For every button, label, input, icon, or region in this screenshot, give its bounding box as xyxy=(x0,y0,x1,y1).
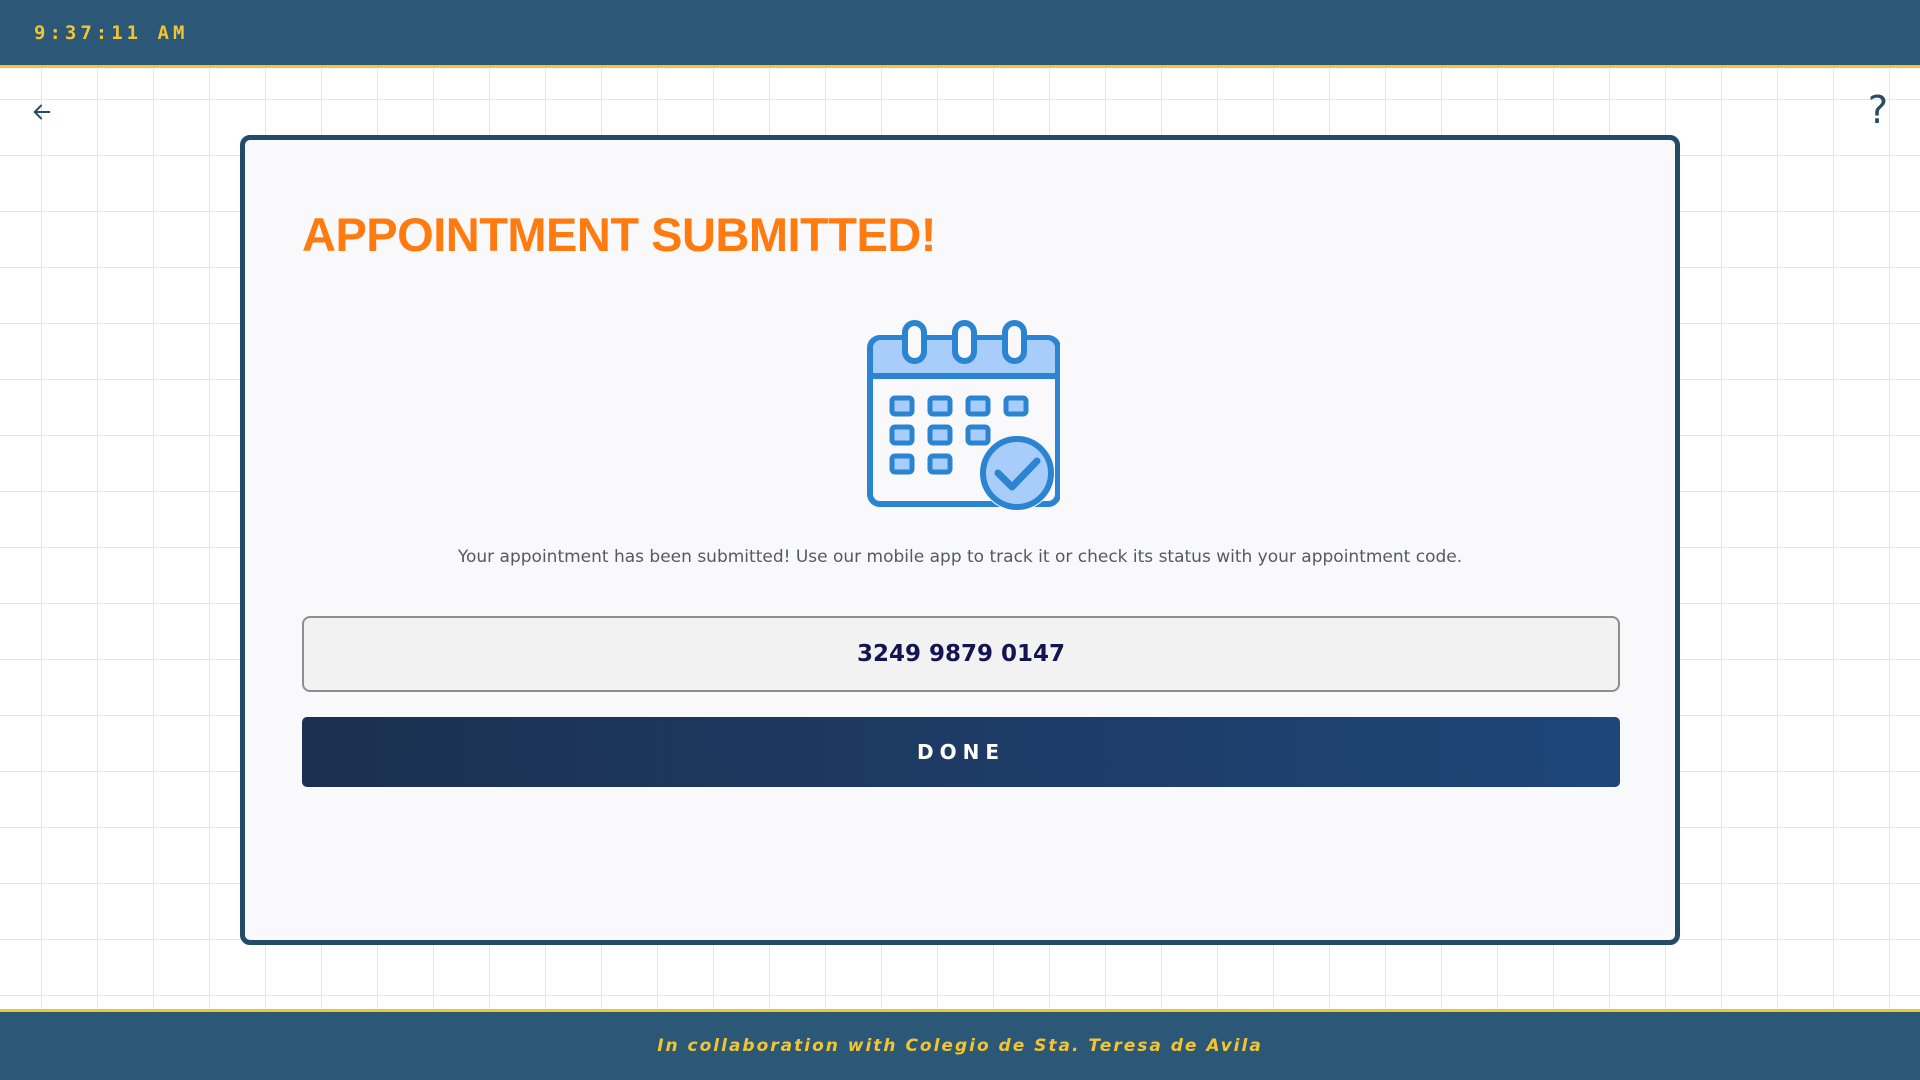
appointment-code-field[interactable]: 3249 9879 0147 xyxy=(302,616,1620,692)
calendar-check-icon xyxy=(867,320,1060,511)
clock: 9:37:11 AM xyxy=(34,22,189,44)
confirmation-card: APPOINTMENT SUBMITTED! Your appointment … xyxy=(240,135,1680,945)
back-button[interactable] xyxy=(26,96,58,128)
footer-text: In collaboration with Colegio de Sta. Te… xyxy=(657,1036,1263,1056)
arrow-left-icon xyxy=(33,104,51,120)
page-title: APPOINTMENT SUBMITTED! xyxy=(302,208,936,261)
appointment-code: 3249 9879 0147 xyxy=(856,641,1066,667)
footer: In collaboration with Colegio de Sta. Te… xyxy=(0,1009,1920,1080)
top-bar: 9:37:11 AM xyxy=(0,0,1920,68)
confirmation-message: Your appointment has been submitted! Use… xyxy=(457,547,1463,567)
done-button[interactable]: DONE xyxy=(302,717,1620,787)
help-button[interactable]: ? xyxy=(1862,88,1894,132)
